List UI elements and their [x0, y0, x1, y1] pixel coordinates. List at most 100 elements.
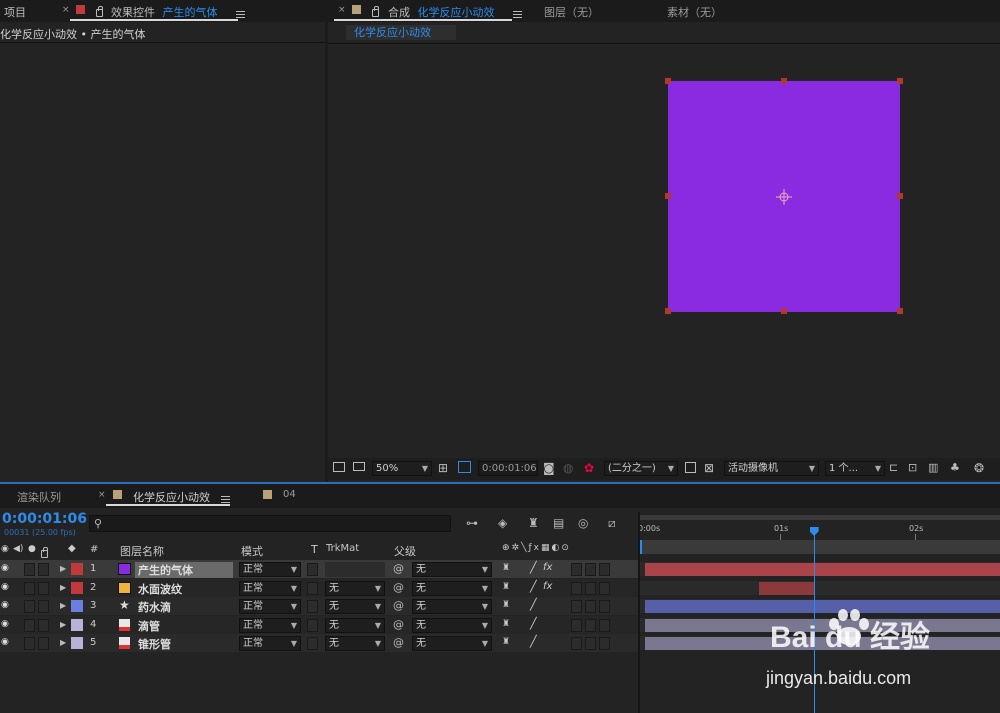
trkmat-dropdown[interactable]: 无 ▼ [325, 636, 385, 651]
preserve-transparency-switch[interactable] [307, 563, 318, 576]
preserve-transparency-switch[interactable] [307, 581, 318, 595]
draft-3d-icon[interactable]: ◈ [498, 516, 507, 530]
frame-blend-switch[interactable] [571, 618, 582, 632]
transform-handle-ml[interactable] [665, 193, 671, 199]
pickwhip-icon[interactable]: @ [393, 562, 404, 575]
adjustment-switch[interactable] [599, 600, 610, 613]
transform-handle-mr[interactable] [897, 193, 903, 199]
tab-footage[interactable]: 素材（无） [667, 4, 722, 20]
lock-icon[interactable] [372, 6, 379, 17]
grid-guides-icon[interactable]: ⊞ [438, 461, 448, 475]
views-dropdown[interactable]: 1 个... ▼ [825, 461, 885, 476]
resolution-dropdown[interactable]: (二分之一) ▼ [604, 461, 678, 476]
expand-triangle-icon[interactable]: ▶ [60, 601, 66, 610]
lock-icon[interactable] [96, 6, 103, 17]
parent-dropdown[interactable]: 无 ▼ [412, 617, 492, 633]
motion-blur-switch[interactable] [585, 618, 596, 632]
mode-dropdown[interactable]: 正常 ▼ [239, 636, 301, 651]
tab-other-comp[interactable]: 04 [283, 489, 296, 500]
mask-visibility-icon[interactable] [458, 461, 471, 473]
timeline-timecode[interactable]: 0:00:01:06 [2, 511, 87, 527]
layer-row[interactable]: ◉ ▶ 1 产生的气体 正常 ▼ @ 无 ▼ ♜ ╱ fx [0, 560, 638, 578]
lock-switch[interactable] [38, 563, 49, 576]
mode-dropdown[interactable]: 正常 ▼ [239, 617, 301, 633]
lock-switch[interactable] [38, 618, 49, 632]
layer-duration-bar[interactable] [758, 581, 816, 595]
timeline-icon[interactable]: ▥ [928, 461, 938, 474]
quality-switch-icon[interactable]: ╱ [530, 617, 537, 630]
adjustment-switch[interactable] [599, 563, 610, 576]
graph-editor-icon[interactable]: ⧄ [608, 516, 616, 531]
shy-switch-icon[interactable]: ♜ [502, 637, 510, 647]
flowchart-icon[interactable]: ♣ [950, 461, 960, 474]
current-time-display[interactable]: 0:00:01:06 [478, 461, 538, 476]
tab-project[interactable]: 项目 [4, 4, 26, 20]
frame-blend-switch[interactable] [571, 637, 582, 650]
audio-switch[interactable] [24, 600, 35, 613]
region-of-interest-icon[interactable] [685, 462, 696, 473]
trkmat-dropdown[interactable]: 无 ▼ [325, 599, 385, 614]
parent-dropdown[interactable]: 无 ▼ [412, 562, 492, 577]
layer-name[interactable]: 滴管 [138, 618, 160, 634]
toggle-pixel-aspect-icon[interactable]: ⊏ [889, 461, 898, 474]
quality-switch-icon[interactable]: ╱ [530, 580, 537, 593]
work-area-bar[interactable] [640, 515, 1000, 520]
layer-row[interactable]: ◉ ▶ 4 滴管 正常 ▼ 无 ▼ @ 无 ▼ ♜ ╱ [0, 615, 638, 634]
tab-effects-controls[interactable]: 效果控件 产生的气体 [111, 4, 218, 20]
eye-icon[interactable]: ◉ [1, 637, 9, 647]
mode-dropdown[interactable]: 正常 ▼ [239, 599, 301, 614]
motion-blur-switch[interactable] [585, 563, 596, 576]
timeline-empty-area[interactable] [0, 652, 638, 713]
parent-dropdown[interactable]: 无 ▼ [412, 580, 492, 596]
motion-blur-icon[interactable]: ◎ [578, 516, 588, 530]
audio-switch[interactable] [24, 618, 35, 632]
label-color-swatch[interactable] [71, 563, 83, 575]
camera-dropdown[interactable]: 活动摄像机 ▼ [724, 461, 819, 476]
comp-sub-tab[interactable]: 化学反应小动效 [346, 25, 456, 40]
shy-layers-icon[interactable]: ♜ [528, 516, 539, 530]
mode-dropdown[interactable]: 正常 ▼ [239, 580, 301, 596]
transform-handle-bm[interactable] [781, 308, 787, 314]
tab-render-queue[interactable]: 渲染队列 [17, 489, 61, 505]
tab-layer[interactable]: 图层（无） [544, 4, 599, 20]
shy-switch-icon[interactable]: ♜ [502, 582, 510, 592]
layer-duration-bar[interactable] [645, 563, 1000, 576]
always-preview-icon[interactable] [333, 462, 345, 472]
pickwhip-icon[interactable]: @ [393, 636, 404, 649]
timeline-vertical-divider[interactable] [638, 512, 640, 713]
layer-name[interactable]: 水面波纹 [138, 581, 182, 597]
monitor-icon[interactable] [353, 462, 365, 471]
close-icon[interactable]: × [62, 5, 70, 15]
transform-handle-br[interactable] [897, 308, 903, 314]
comp-mini-flowchart-icon[interactable]: ⊶ [466, 516, 478, 530]
layer-search-input[interactable]: ⚲ [89, 515, 451, 532]
adjustment-switch[interactable] [599, 581, 610, 595]
label-color-swatch[interactable] [71, 581, 83, 594]
zoom-dropdown[interactable]: 50% ▼ [372, 461, 432, 476]
frame-blend-switch[interactable] [571, 581, 582, 595]
quality-switch-icon[interactable]: ╱ [530, 635, 537, 648]
layer-row[interactable]: ◉ ▶ 2 水面波纹 正常 ▼ 无 ▼ @ 无 ▼ ♜ ╱ fx [0, 578, 638, 597]
pickwhip-icon[interactable]: @ [393, 599, 404, 612]
lock-switch[interactable] [38, 637, 49, 650]
tab-composition[interactable]: 合成 化学反应小动效 [388, 4, 495, 20]
audio-switch[interactable] [24, 637, 35, 650]
frame-blend-switch[interactable] [571, 600, 582, 613]
expand-triangle-icon[interactable]: ▶ [60, 638, 66, 647]
expand-triangle-icon[interactable]: ▶ [60, 564, 66, 573]
transform-handle-tl[interactable] [665, 78, 671, 84]
lock-switch[interactable] [38, 600, 49, 613]
anchor-point-icon[interactable] [775, 188, 793, 206]
trkmat-dropdown[interactable]: 无 ▼ [325, 580, 385, 596]
motion-blur-switch[interactable] [585, 637, 596, 650]
camera-snapshot-icon[interactable]: ◙ [543, 461, 555, 475]
close-icon[interactable]: × [338, 5, 346, 15]
viewer-area[interactable] [328, 44, 1000, 458]
fast-previews-icon[interactable]: ⊡ [908, 461, 917, 474]
adjustment-switch[interactable] [599, 618, 610, 632]
shy-switch-icon[interactable]: ♜ [502, 563, 510, 573]
pickwhip-icon[interactable]: @ [393, 618, 404, 631]
motion-blur-switch[interactable] [585, 600, 596, 613]
eye-icon[interactable]: ◉ [1, 582, 9, 592]
fx-switch-icon[interactable]: fx [543, 562, 552, 573]
